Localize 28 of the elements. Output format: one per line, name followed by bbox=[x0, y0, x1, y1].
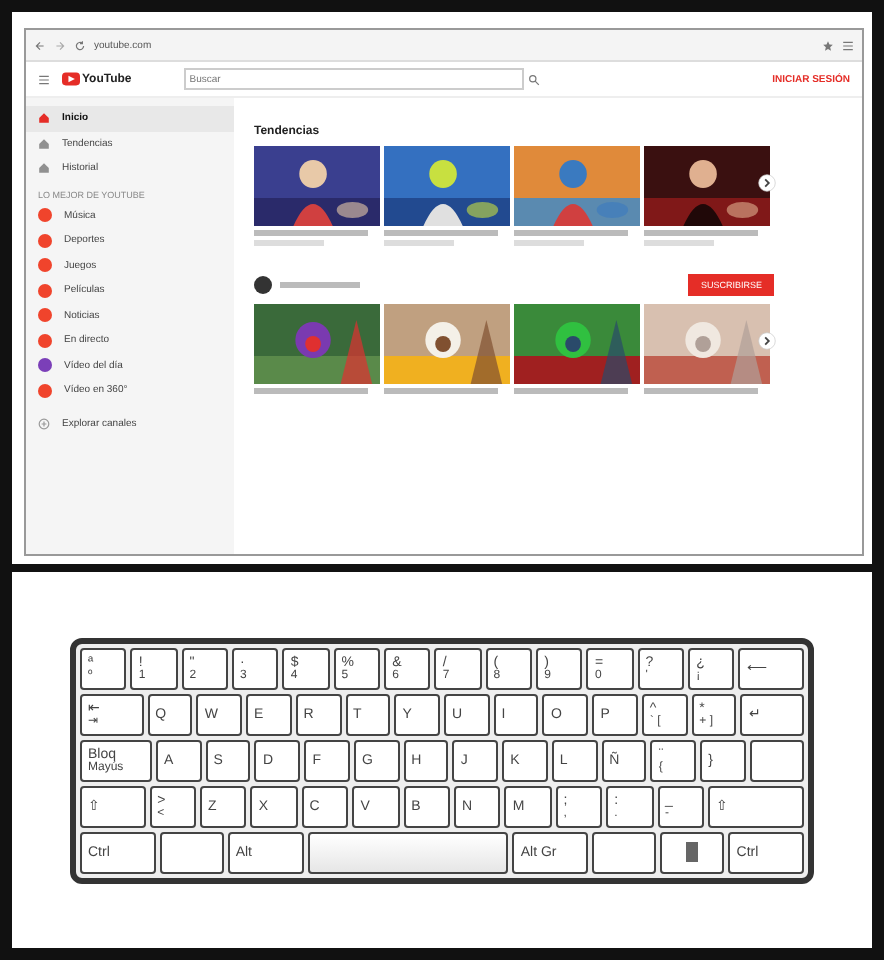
next-arrow-icon[interactable] bbox=[758, 174, 776, 192]
video-title-placeholder bbox=[514, 230, 628, 236]
star-icon[interactable] bbox=[822, 39, 834, 51]
video-title-placeholder bbox=[644, 230, 758, 236]
next-arrow-icon[interactable] bbox=[758, 332, 776, 350]
keyboard-key bbox=[660, 831, 725, 873]
play-icon bbox=[62, 72, 80, 86]
video-title-placeholder bbox=[254, 388, 368, 394]
search-icon[interactable] bbox=[527, 73, 540, 85]
video-title-placeholder bbox=[254, 230, 368, 236]
video-meta-placeholder bbox=[514, 240, 584, 246]
keyboard-key bbox=[159, 831, 224, 873]
menu-icon[interactable] bbox=[38, 73, 50, 85]
channel-avatar[interactable] bbox=[254, 276, 272, 294]
back-icon[interactable] bbox=[34, 39, 46, 51]
channel-name-placeholder bbox=[280, 282, 360, 288]
video-title-placeholder bbox=[384, 388, 498, 394]
video-meta-placeholder bbox=[644, 240, 714, 246]
video-title-placeholder bbox=[514, 388, 628, 394]
plus-icon bbox=[38, 417, 50, 430]
reload-icon[interactable] bbox=[74, 39, 86, 51]
menu-icon[interactable] bbox=[842, 39, 854, 51]
keyboard-key bbox=[592, 831, 657, 873]
keyboard-key bbox=[749, 739, 804, 781]
video-title-placeholder bbox=[644, 388, 758, 394]
video-title-placeholder bbox=[384, 230, 498, 236]
video-meta-placeholder bbox=[384, 240, 454, 246]
video-meta-placeholder bbox=[254, 240, 324, 246]
